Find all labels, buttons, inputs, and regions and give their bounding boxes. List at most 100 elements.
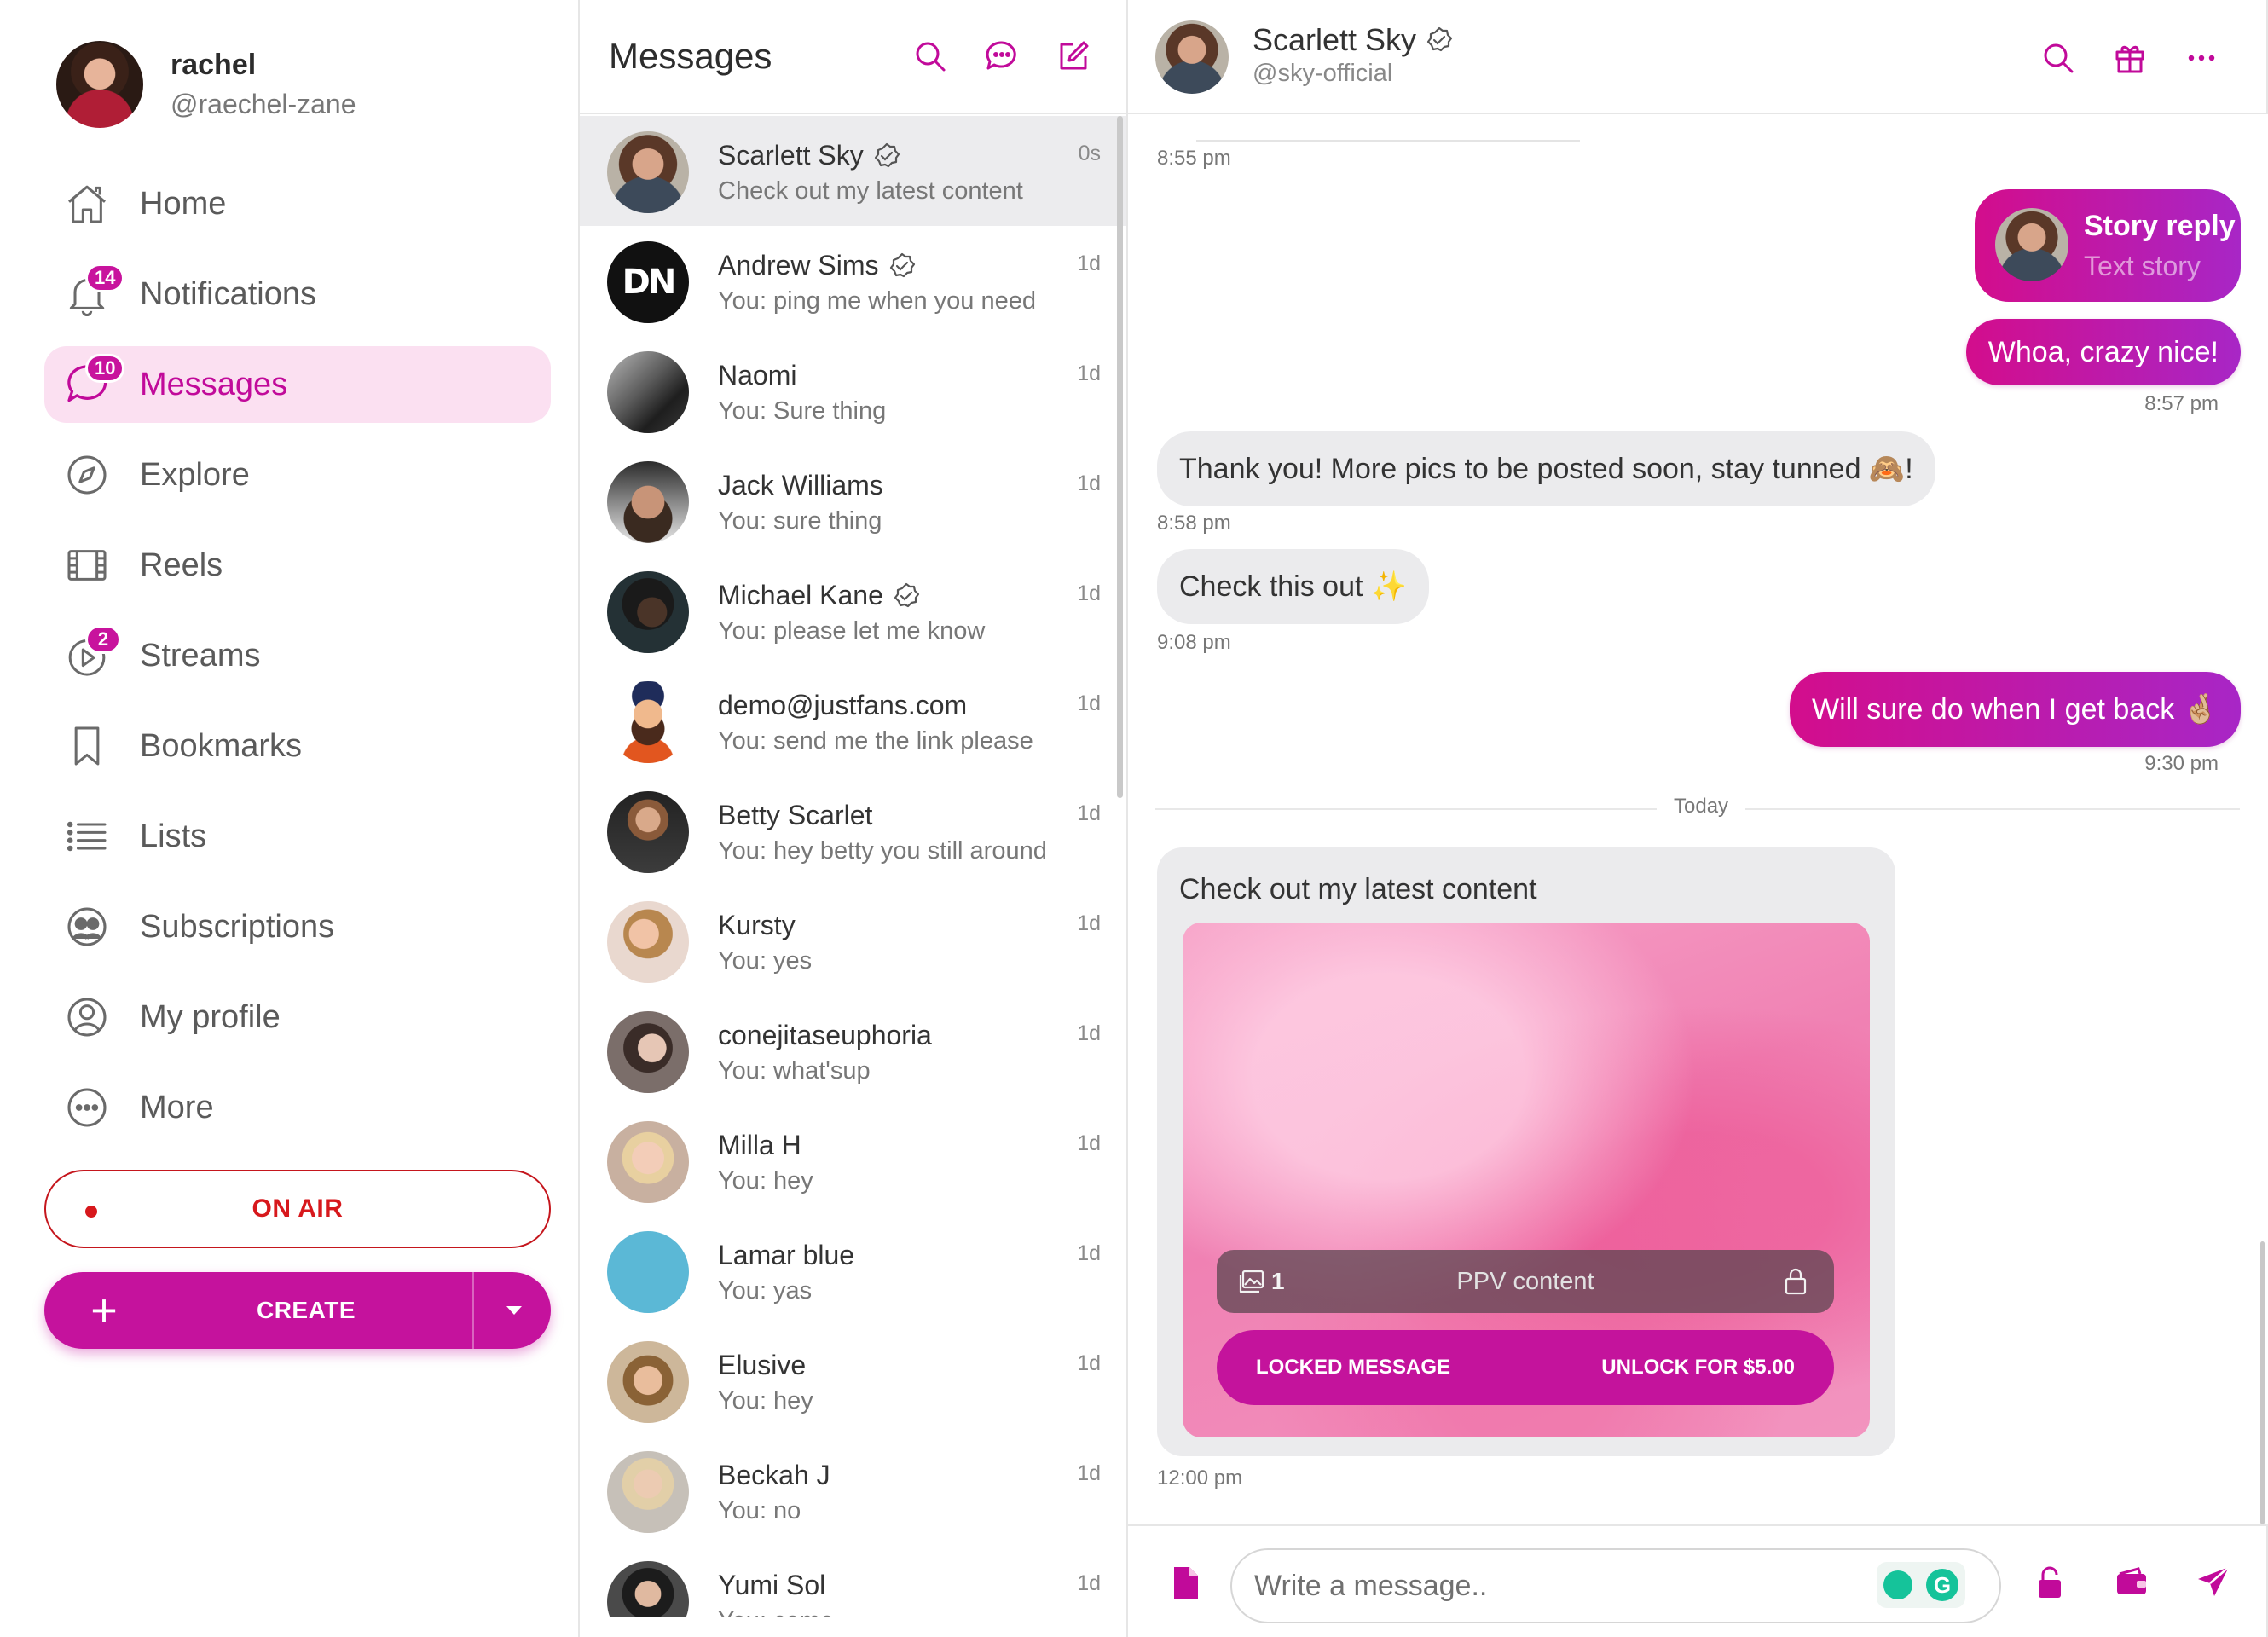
conversation-item[interactable]: Michael Kane You: please let me know 1d xyxy=(580,556,1126,666)
avatar xyxy=(607,681,689,763)
caret-down-icon[interactable] xyxy=(506,1306,522,1315)
unlock-button[interactable]: LOCKED MESSAGE UNLOCK FOR $5.00 xyxy=(1217,1330,1834,1405)
conversation-name: Betty Scarlet xyxy=(718,800,873,830)
message-input[interactable] xyxy=(1232,1550,1829,1622)
conversation-name: Andrew Sims xyxy=(718,250,879,281)
conversation-item[interactable]: Betty Scarlet You: hey betty you still a… xyxy=(580,776,1126,886)
search-icon[interactable] xyxy=(911,38,949,75)
outgoing-message[interactable]: Whoa, crazy nice! xyxy=(1965,319,2241,385)
conversation-preview: You: come xyxy=(718,1607,834,1617)
nav-item-more[interactable]: More xyxy=(44,1069,551,1146)
conversation-item[interactable]: Elusive You: hey 1d xyxy=(580,1326,1126,1436)
avatar xyxy=(607,901,689,983)
nav-item-reels[interactable]: Reels xyxy=(44,527,551,604)
nav-label: Lists xyxy=(140,818,207,854)
conversation-item[interactable]: DN Andrew Sims You: ping me when you nee… xyxy=(580,226,1126,336)
conversation-preview: You: please let me know xyxy=(718,617,986,645)
search-icon[interactable] xyxy=(2039,39,2077,77)
conversation-name: conejitaseuphoria xyxy=(718,1020,932,1050)
conversation-time: 1d xyxy=(1077,362,1101,385)
conversation-scrollbar[interactable] xyxy=(1117,116,1123,798)
conversation-item[interactable]: Jack Williams You: sure thing 1d xyxy=(580,446,1126,556)
avatar xyxy=(607,791,689,873)
verified-icon xyxy=(874,142,900,167)
message-composer: G xyxy=(1128,1524,2268,1637)
conversation-time: 1d xyxy=(1077,1131,1101,1155)
user-profile[interactable]: rachel @raechel-zane xyxy=(56,41,356,128)
conversation-name: Yumi Sol xyxy=(718,1570,826,1600)
wallet-icon[interactable] xyxy=(2113,1564,2150,1601)
conversation-item[interactable]: Naomi You: Sure thing 1d xyxy=(580,336,1126,446)
chat-dots-icon[interactable] xyxy=(983,38,1021,75)
conversation-time: 1d xyxy=(1077,801,1101,825)
conversation-item[interactable]: Yumi Sol You: come 1d xyxy=(580,1546,1126,1617)
conversation-item[interactable]: Kursty You: yes 1d xyxy=(580,886,1126,996)
avatar: DN xyxy=(607,241,689,323)
conversation-item[interactable]: Milla H You: hey 1d xyxy=(580,1106,1126,1216)
nav-item-my-profile[interactable]: My profile xyxy=(44,979,551,1056)
conversation-item[interactable]: Lamar blue You: yas 1d xyxy=(580,1216,1126,1326)
conversation-preview: You: send me the link please xyxy=(718,727,1033,755)
incoming-message[interactable]: Check this out ✨ xyxy=(1157,549,1430,624)
conversation-name: Michael Kane xyxy=(718,580,883,610)
message-time: 9:30 pm xyxy=(2144,752,2219,775)
create-divider xyxy=(472,1272,474,1349)
conversation-preview: You: Sure thing xyxy=(718,397,887,425)
conversation-name: Kursty xyxy=(718,910,796,940)
avatar[interactable] xyxy=(56,41,143,128)
conversation-preview: Check out my latest content xyxy=(718,177,1023,205)
file-icon[interactable] xyxy=(1171,1565,1200,1601)
conversation-preview: You: hey xyxy=(718,1167,813,1194)
story-reply-bubble[interactable]: Story reply Text story xyxy=(1975,189,2241,302)
ppv-message: Check out my latest content 1 PPV conten… xyxy=(1157,847,1895,1456)
compose-icon[interactable] xyxy=(1055,38,1092,75)
bell-icon: 14 xyxy=(61,263,125,320)
nav-item-home[interactable]: Home xyxy=(44,165,551,242)
send-icon[interactable] xyxy=(2195,1564,2232,1601)
nav-item-notifications[interactable]: 14 Notifications xyxy=(44,256,551,333)
more-dots-icon[interactable] xyxy=(2183,39,2220,77)
nav-item-bookmarks[interactable]: Bookmarks xyxy=(44,708,551,784)
lock-icon xyxy=(1785,1268,1807,1295)
page-title: Messages xyxy=(609,36,772,76)
nav-label: Notifications xyxy=(140,275,316,312)
chat-scrollbar[interactable] xyxy=(2260,1241,2265,1524)
nav-item-streams[interactable]: 2 Streams xyxy=(44,617,551,694)
nav-label: Explore xyxy=(140,456,250,493)
dn-logo-icon: DN xyxy=(622,263,677,302)
conversation-item[interactable]: demo@justfans.com You: send me the link … xyxy=(580,666,1126,776)
on-air-button[interactable]: ON AIR xyxy=(44,1170,551,1248)
main-nav: Home 14 Notifications 10 Messages Explor… xyxy=(44,165,551,1160)
gift-icon[interactable] xyxy=(2111,39,2149,77)
conversation-item[interactable]: Scarlett Sky Check out my latest content… xyxy=(580,116,1126,226)
avatar[interactable] xyxy=(1155,20,1229,94)
nav-item-subscriptions[interactable]: Subscriptions xyxy=(44,888,551,965)
lock-icon[interactable] xyxy=(2031,1564,2068,1601)
conversation-time: 1d xyxy=(1077,1021,1101,1045)
conversation-time: 1d xyxy=(1077,1241,1101,1265)
conversation-name: Beckah J xyxy=(718,1460,830,1490)
conversation-item[interactable]: conejitaseuphoria You: what'sup 1d xyxy=(580,996,1126,1106)
conversation-item[interactable]: Beckah J You: no 1d xyxy=(580,1436,1126,1546)
date-divider-label: Today xyxy=(1657,795,1746,818)
ppv-label: PPV content xyxy=(1456,1267,1594,1295)
message-time: 8:55 pm xyxy=(1157,147,1231,170)
contact-name[interactable]: Scarlett Sky xyxy=(1253,22,1416,58)
conversation-time: 1d xyxy=(1077,1571,1101,1595)
nav-item-explore[interactable]: Explore xyxy=(44,437,551,513)
create-label: CREATE xyxy=(256,1297,356,1323)
nav-item-lists[interactable]: Lists xyxy=(44,798,551,875)
nav-label: Messages xyxy=(140,366,288,402)
ppv-blurred-preview: 1 PPV content LOCKED MESSAGE UNLOCK FOR … xyxy=(1183,923,1870,1437)
nav-item-messages[interactable]: 10 Messages xyxy=(44,346,551,423)
outgoing-message[interactable]: Will sure do when I get back 🤞🏼 xyxy=(1790,672,2241,747)
message-time: 12:00 pm xyxy=(1157,1466,1243,1489)
sidebar: rachel @raechel-zane Home 14 Notificatio… xyxy=(0,0,578,1637)
conversation-time: 1d xyxy=(1077,581,1101,605)
avatar xyxy=(607,131,689,213)
grammarly-widget[interactable]: G xyxy=(1877,1562,1965,1608)
chat-header: Scarlett Sky @sky-official xyxy=(1128,0,2268,114)
incoming-message[interactable]: Thank you! More pics to be posted soon, … xyxy=(1157,431,1935,506)
create-button[interactable]: + CREATE xyxy=(44,1272,551,1349)
message-thread: 8:55 pm Story reply Text story Whoa, cra… xyxy=(1128,116,2268,1523)
